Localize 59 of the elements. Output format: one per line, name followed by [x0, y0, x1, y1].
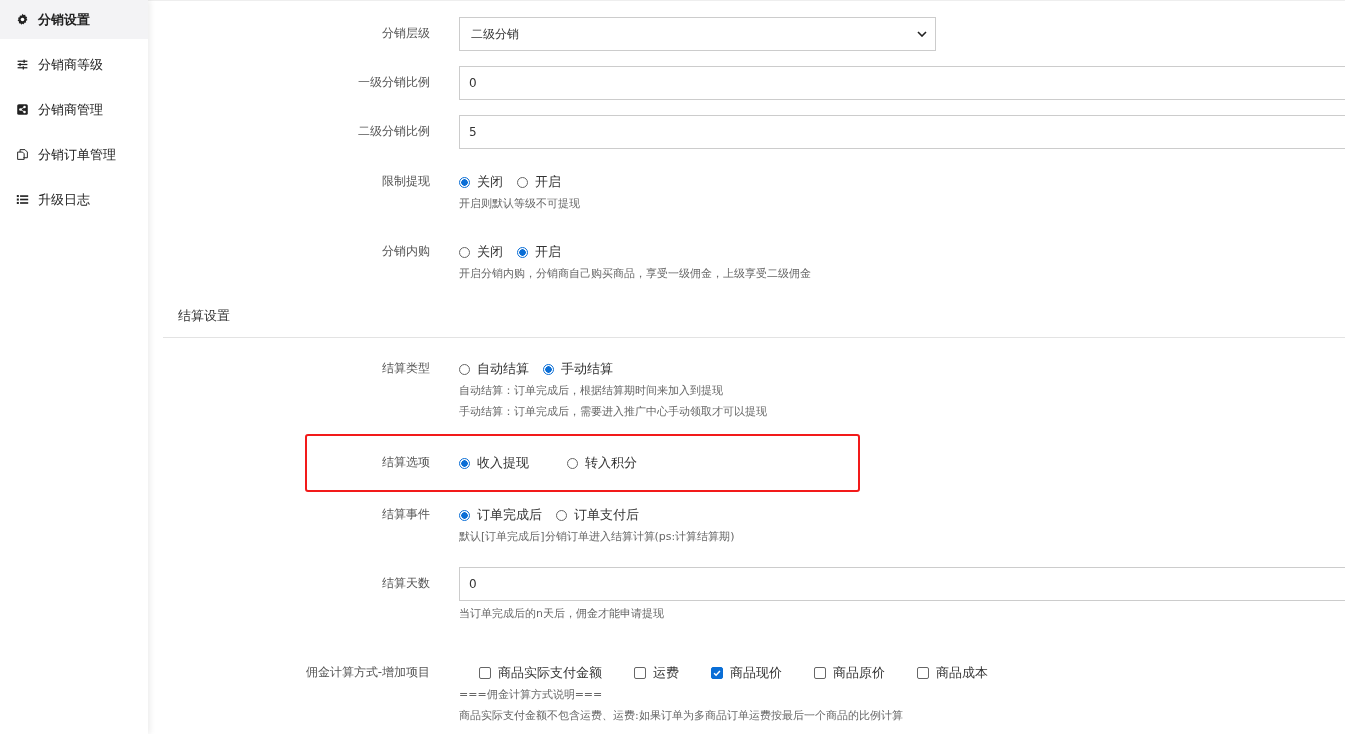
- field-label: 限制提现: [382, 174, 430, 188]
- level-select[interactable]: 二级分销: [459, 17, 936, 51]
- radio-label: 自动结算: [477, 360, 529, 378]
- checkbox-label: 商品现价: [730, 664, 782, 682]
- sidebar-item[interactable]: 分销商管理: [0, 90, 148, 129]
- radio-label: 转入积分: [585, 454, 637, 472]
- checkbox[interactable]: [917, 667, 929, 679]
- help-text: 商品实际支付金额不包含运费、运费:如果订单为多商品订单运费按最后一个商品的比例计算: [459, 708, 904, 723]
- help-text: 默认[订单完成后]分销订单进入结算计算(ps:计算结算期): [459, 529, 736, 544]
- field-label: 结算选项: [382, 455, 430, 469]
- sidebar-item[interactable]: 分销设置: [0, 0, 148, 39]
- gear-icon: [16, 13, 29, 26]
- help-text: ===佣金计算方式说明===: [459, 687, 604, 702]
- checkbox-label: 商品实际支付金额: [498, 664, 602, 682]
- checkbox[interactable]: [634, 667, 646, 679]
- sidebar-item[interactable]: 升级日志: [0, 180, 148, 219]
- help-text: 自动结算：订单完成后，根据结算期时间来加入到提现: [459, 383, 724, 398]
- input-field[interactable]: 0: [459, 66, 1345, 100]
- sidebar-item[interactable]: 分销订单管理: [0, 135, 148, 174]
- checkbox[interactable]: [711, 667, 723, 679]
- radio-label: 手动结算: [561, 360, 613, 378]
- field-label: 佣金计算方式-增加项目: [305, 665, 430, 679]
- radio-label: 开启: [535, 243, 561, 261]
- radio-label: 订单完成后: [477, 506, 542, 524]
- help-text: 开启分销内购，分销商自己购买商品，享受一级佣金，上级享受二级佣金: [459, 266, 812, 281]
- sidebar-item[interactable]: 分销商等级: [0, 45, 148, 84]
- field-label: 二级分销比例: [358, 124, 430, 138]
- radio-label: 开启: [535, 173, 561, 191]
- checkbox-label: 商品成本: [936, 664, 988, 682]
- help-text: 当订单完成后的n天后，佣金才能申请提现: [459, 606, 665, 621]
- field-label: 一级分销比例: [358, 75, 430, 89]
- section-title: 结算设置: [178, 308, 230, 323]
- input-field[interactable]: 5: [459, 115, 1345, 149]
- input-field[interactable]: 0: [459, 567, 1345, 601]
- chevron-down-icon: [917, 31, 927, 37]
- checkbox-label: 商品原价: [833, 664, 885, 682]
- radio-label: 订单支付后: [574, 506, 639, 524]
- field-label: 分销层级: [382, 26, 430, 40]
- radio-button[interactable]: [459, 509, 470, 521]
- checkbox[interactable]: [814, 667, 826, 679]
- checkbox[interactable]: [479, 667, 491, 679]
- radio-button[interactable]: [459, 457, 470, 469]
- sliders-icon: [16, 58, 29, 71]
- radio-button[interactable]: [459, 176, 470, 188]
- radio-label: 收入提现: [477, 454, 529, 472]
- share-icon: [16, 103, 29, 116]
- checkbox-label: 运费: [653, 664, 679, 682]
- field-label: 结算事件: [382, 507, 430, 521]
- radio-button[interactable]: [543, 363, 554, 375]
- field-label: 分销内购: [382, 244, 430, 258]
- radio-button[interactable]: [517, 246, 528, 258]
- field-label: 结算天数: [382, 576, 430, 590]
- field-label: 结算类型: [382, 361, 430, 375]
- help-text: 开启则默认等级不可提现: [459, 196, 581, 211]
- list-icon: [16, 193, 29, 206]
- radio-label: 关闭: [477, 243, 503, 261]
- radio-label: 关闭: [477, 173, 503, 191]
- help-text: 手动结算：订单完成后，需要进入推广中心手动领取才可以提现: [459, 404, 768, 419]
- copy-icon: [16, 148, 29, 161]
